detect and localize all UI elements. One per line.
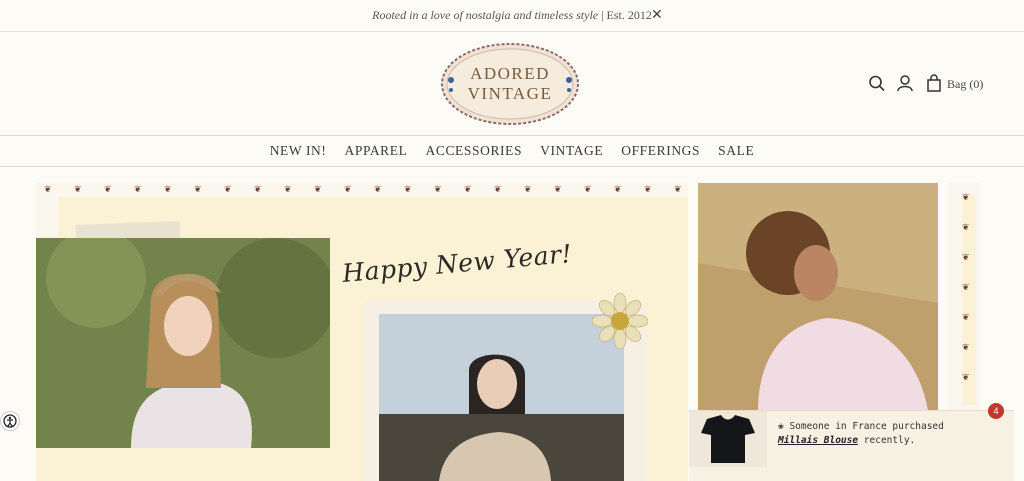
hero-photo-woman-field [379,314,624,481]
floral-sprig: ❦ [464,185,472,195]
purchase-notification[interactable]: ❀ Someone in France purchased Millais Bl… [689,410,1014,481]
notification-badge[interactable]: 4 [988,403,1004,419]
floral-sprig: ❦ [494,185,502,195]
announcement-text: Rooted in a love of nostalgia and timele… [372,8,652,22]
nav-item-apparel[interactable]: APPAREL [336,137,417,166]
nav-item-accessories[interactable]: ACCESSORIES [416,137,531,166]
nav-item-vintage[interactable]: VINTAGE [531,137,612,166]
notification-suffix: recently. [858,435,916,446]
site-header: ADORED VINTAGE Bag (0) [0,32,1024,136]
announcement-bar: Rooted in a love of nostalgia and timele… [0,0,1024,32]
nav-item-new-in[interactable]: NEW IN! [261,137,336,166]
floral-sprig: ❦ [284,185,292,195]
bag-label[interactable]: Bag (0) [947,77,983,92]
floral-sprig: ❦ [962,373,970,383]
floral-sprig: ❦ [962,343,970,353]
main-nav: NEW IN! APPAREL ACCESSORIES VINTAGE OFFE… [0,137,1024,167]
logo-line-1: ADORED [470,64,550,83]
floral-sprig: ❦ [962,223,970,233]
nav-item-sale[interactable]: SALE [709,137,763,166]
floral-sprig: ❦ [524,185,532,195]
floral-sprig: ❦ [104,185,112,195]
floral-sprig: ❦ [674,185,682,195]
floral-sprig: ❦ [962,253,970,263]
floral-sprig: ❦ [962,283,970,293]
floral-sprig: ❦ [314,185,322,195]
notification-line: ❀ Someone in France purchased [778,421,944,432]
floral-sprig: ❦ [962,313,970,323]
notification-text: ❀ Someone in France purchased Millais Bl… [778,420,944,448]
floral-sprig: ❦ [254,185,262,195]
hero-photo-woman-headscarf [36,238,330,448]
pressed-flower [591,292,649,354]
product-link[interactable]: Millais Blouse [778,435,858,446]
accessibility-icon[interactable] [0,411,20,431]
logo[interactable]: ADORED VINTAGE [438,40,582,128]
floral-sprig: ❦ [614,185,622,195]
floral-sprig: ❦ [554,185,562,195]
search-icon[interactable] [868,74,886,94]
side-photo-woman-grass [698,183,938,411]
hero-banner[interactable]: ❦ ❦ ❦ ❦ ❦ ❦ ❦ ❦ ❦ ❦ ❦ ❦ ❦ ❦ ❦ ❦ ❦ ❦ ❦ ❦ ❦ ❦ Happy New Year! [36,183,688,481]
floral-sprig: ❦ [74,185,82,195]
product-thumbnail[interactable] [689,411,767,467]
account-icon[interactable] [896,74,914,94]
floral-sprig: ❦ [134,185,142,195]
bag-icon[interactable] [926,74,942,94]
floral-sprig: ❦ [44,185,52,195]
nav-item-offerings[interactable]: OFFERINGS [612,137,709,166]
floral-sprig: ❦ [962,193,970,203]
floral-sprig: ❦ [584,185,592,195]
floral-sprig: ❦ [404,185,412,195]
floral-border: ❦ ❦ ❦ ❦ ❦ ❦ ❦ ❦ ❦ ❦ ❦ ❦ ❦ ❦ ❦ ❦ ❦ ❦ ❦ ❦ ❦ ❦ [36,183,688,197]
happy-new-year-script: Happy New Year! [341,239,574,288]
floral-sprig: ❦ [194,185,202,195]
floral-sprig: ❦ [434,185,442,195]
logo-line-2: VINTAGE [467,84,553,103]
floral-sprig: ❦ [344,185,352,195]
floral-sprig: ❦ [164,185,172,195]
floral-sprig: ❦ [644,185,652,195]
hero-border [36,197,58,237]
close-icon[interactable]: ✕ [651,8,665,22]
floral-sprig: ❦ [374,185,382,195]
floral-sprig: ❦ [224,185,232,195]
side-floral-strip: ❦ ❦ ❦ ❦ ❦ ❦ ❦ [948,183,980,411]
